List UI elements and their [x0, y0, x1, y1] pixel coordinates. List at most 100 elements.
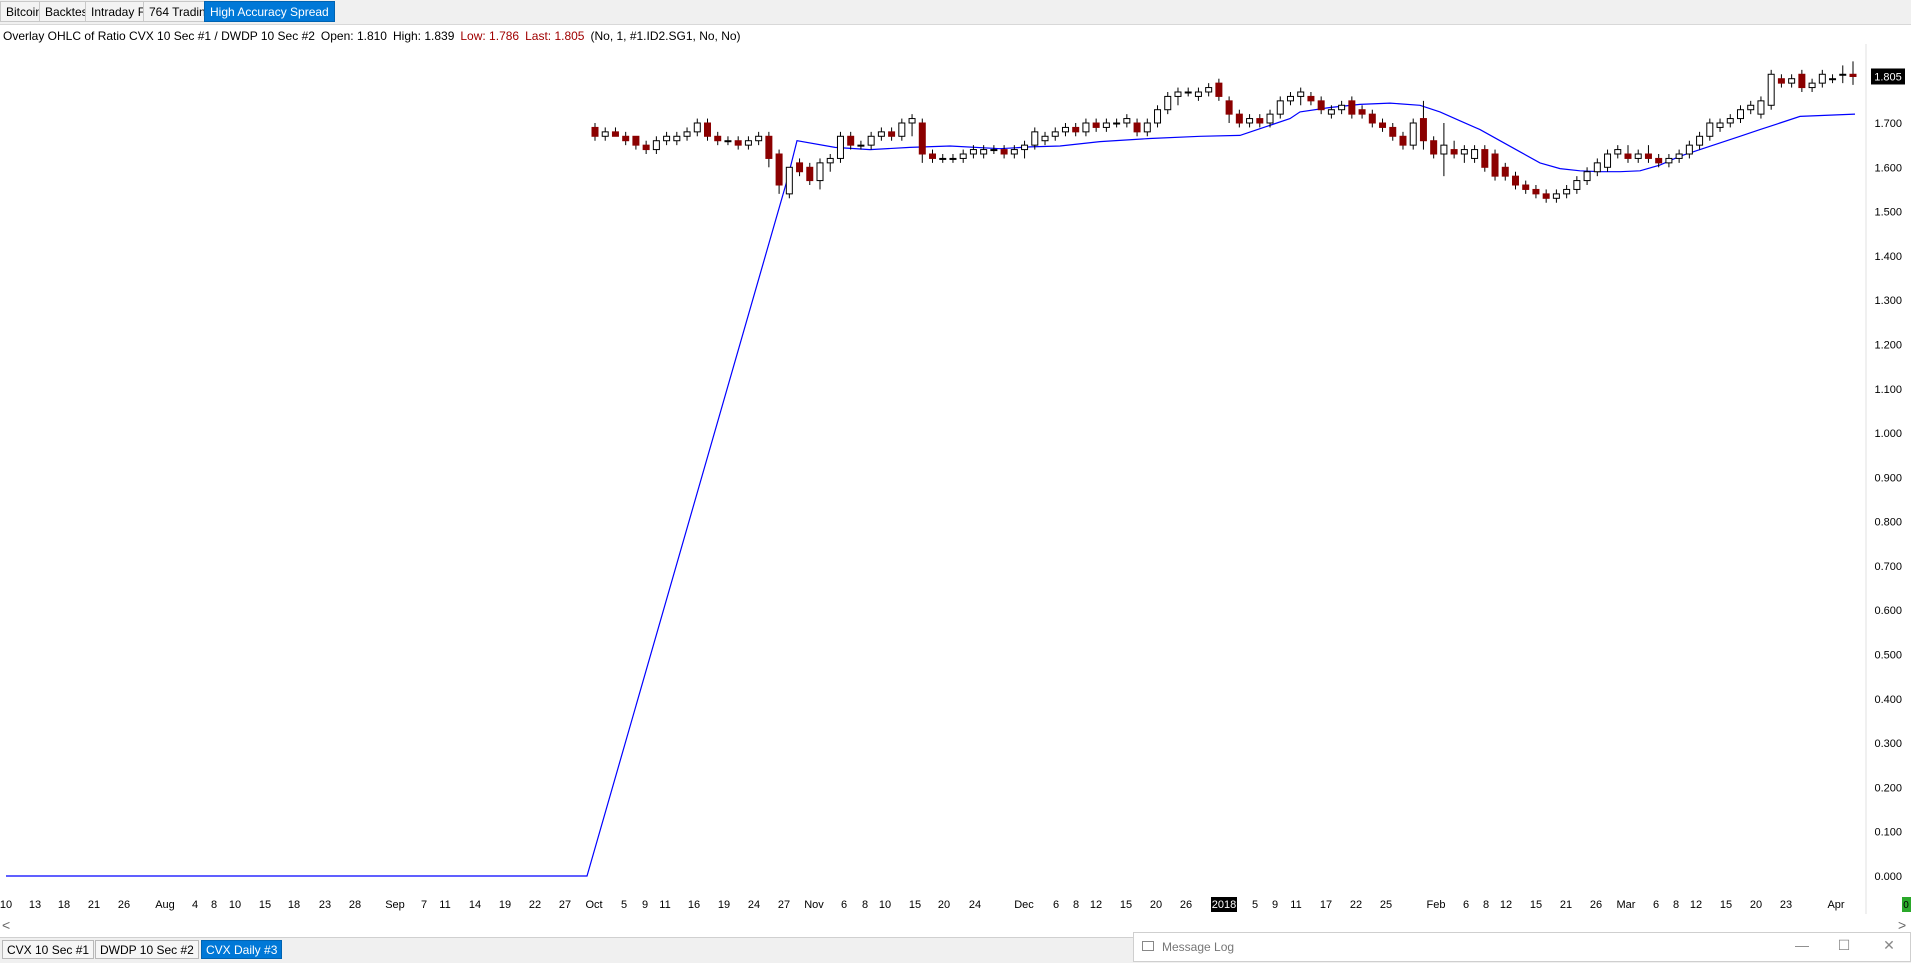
y-tick-label: 1.300: [1874, 295, 1902, 307]
candle-body: [1777, 78, 1785, 84]
candle-body: [755, 135, 763, 142]
x-tick-label: 24: [748, 899, 760, 911]
high-value: High: 1.839: [392, 29, 455, 43]
candle-body: [1174, 91, 1182, 97]
candle-body: [1460, 149, 1468, 155]
moving-average-line: [6, 102, 1856, 877]
chart-tab-cvx-10sec[interactable]: CVX 10 Sec #1: [2, 940, 95, 959]
x-tick-label: 15: [1120, 899, 1132, 911]
candle-body: [1634, 153, 1642, 159]
candle-body: [1389, 126, 1397, 137]
x-tick-label: Sep: [385, 899, 405, 911]
x-tick-label: 8: [1073, 899, 1079, 911]
candle-body: [867, 135, 875, 146]
candle-body: [591, 126, 599, 137]
candle-body: [1000, 149, 1008, 155]
candle-body: [796, 162, 804, 173]
candle-body: [1143, 122, 1151, 133]
candle-body: [1021, 144, 1029, 151]
candle-body: [1767, 73, 1775, 106]
x-tick-label: 17: [1320, 899, 1332, 911]
candle-body: [1655, 157, 1663, 164]
tab-high-accuracy-spread[interactable]: High Accuracy Spread: [204, 1, 335, 22]
candle-body: [1164, 95, 1172, 111]
horizontal-scrollbar[interactable]: < >: [0, 917, 1911, 933]
study-description: Overlay OHLC of Ratio CVX 10 Sec #1 / DW…: [3, 29, 315, 43]
y-tick-label: 0.800: [1874, 517, 1902, 529]
candle-body: [1184, 91, 1192, 94]
candle-body: [898, 122, 906, 137]
candle-body: [1297, 91, 1305, 97]
price-chart[interactable]: 1.805 1.700 1.600 1.500 1.400 1.300 1.200 1.100…: [0, 44, 1911, 917]
y-tick-label: 1.700: [1874, 118, 1902, 130]
candle-body: [683, 131, 691, 137]
minimize-button[interactable]: —: [1792, 937, 1812, 953]
candle-body: [1409, 122, 1417, 146]
x-tick-label: 22: [1350, 899, 1362, 911]
candle-body: [990, 149, 998, 152]
x-tick-label: 6: [841, 899, 847, 911]
candle-body: [847, 135, 855, 146]
candle-body: [1593, 162, 1601, 173]
y-tick-label: 1.000: [1874, 428, 1902, 440]
x-tick-label: 6: [1463, 899, 1469, 911]
candle-body: [1706, 122, 1714, 137]
candle-body: [734, 140, 742, 146]
chart-tab-cvx-daily[interactable]: CVX Daily #3: [201, 940, 283, 959]
close-button[interactable]: ✕: [1879, 937, 1899, 954]
x-tick-label: 8: [862, 899, 868, 911]
x-tick-label: 23: [319, 899, 331, 911]
chart-tab-dwdp-10sec[interactable]: DWDP 10 Sec #2: [95, 940, 199, 959]
candle-body: [1154, 109, 1162, 124]
candle-body: [1276, 100, 1284, 115]
candle-body: [785, 166, 793, 195]
candle-body: [1583, 171, 1591, 182]
candle-body: [1082, 122, 1090, 133]
scroll-left-arrow[interactable]: <: [2, 917, 10, 933]
x-tick-label: 15: [1530, 899, 1542, 911]
candle-body: [1552, 193, 1560, 199]
candle-body: [1061, 126, 1069, 133]
x-tick-label: Apr: [1827, 899, 1844, 911]
x-tick-label: 18: [288, 899, 300, 911]
candle-body: [1338, 104, 1346, 111]
candle-body: [1307, 95, 1315, 102]
candle-body: [1798, 73, 1806, 89]
x-tick-label: 2018: [1212, 899, 1236, 911]
candle-body: [1522, 184, 1530, 190]
x-tick-label: 10: [0, 899, 12, 911]
candle-body: [1092, 122, 1100, 128]
candle-body: [1685, 144, 1693, 155]
x-tick-label: 12: [1500, 899, 1512, 911]
maximize-button[interactable]: ☐: [1834, 937, 1854, 954]
candle-body: [775, 153, 783, 186]
candle-body: [744, 140, 752, 146]
workspace-tabbar: Bitcoin Backtest Intraday FX 764 Trading…: [0, 0, 1911, 25]
x-tick-label: 9: [642, 899, 648, 911]
candle-body: [939, 157, 947, 160]
x-tick-label: 16: [688, 899, 700, 911]
candle-body: [1532, 188, 1540, 195]
candle-body: [652, 140, 660, 151]
candle-body: [1215, 82, 1223, 97]
candle-body: [1379, 122, 1387, 128]
candle-body: [1440, 144, 1448, 155]
candle-body: [1511, 175, 1519, 186]
candle-body: [929, 153, 937, 159]
candle-body: [1113, 122, 1121, 125]
x-tick-label: 15: [909, 899, 921, 911]
x-tick-label: 10: [879, 899, 891, 911]
candle-body: [663, 135, 671, 142]
scroll-right-arrow[interactable]: >: [1898, 917, 1906, 933]
x-tick-label: 15: [259, 899, 271, 911]
candle-body: [1246, 118, 1254, 124]
candle-body: [1225, 100, 1233, 115]
candle-body: [1491, 153, 1499, 177]
candle-body: [1399, 135, 1407, 146]
x-tick-label: 8: [211, 899, 217, 911]
x-tick-label: 11: [659, 899, 670, 911]
x-tick-label: 21: [88, 899, 100, 911]
x-tick-label: 27: [778, 899, 790, 911]
message-log-window[interactable]: Message Log — ☐ ✕: [1133, 932, 1911, 962]
candle-body: [1818, 73, 1826, 84]
